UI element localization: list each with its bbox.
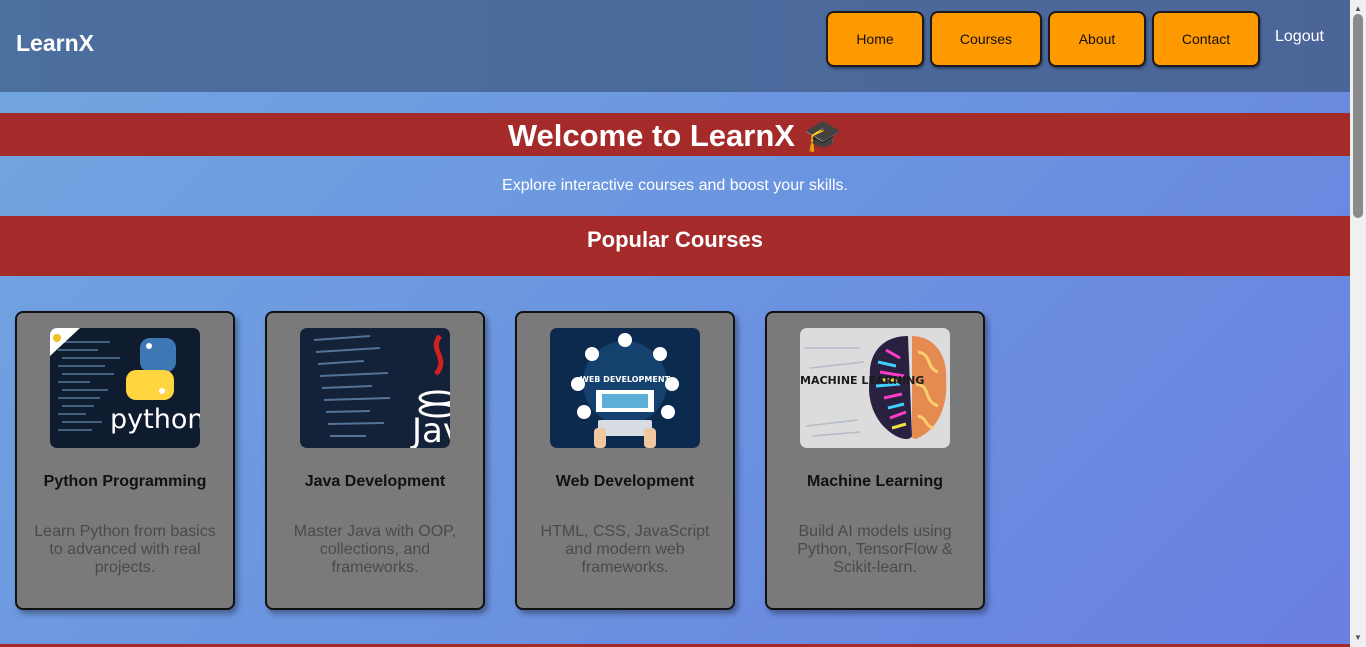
scroll-up-arrow-icon[interactable]: ▲ <box>1354 4 1362 13</box>
hero-subtitle: Explore interactive courses and boost yo… <box>502 177 848 194</box>
course-card-web[interactable]: WEB DEVELOPMENT Web Development HTML, CS… <box>515 311 735 610</box>
nav-home-button[interactable]: Home <box>826 11 924 67</box>
course-title: Python Programming <box>43 473 207 490</box>
java-logo-text: Jav <box>410 411 450 448</box>
web-dev-course-image: WEB DEVELOPMENT <box>550 328 700 448</box>
web-dev-image-text: WEB DEVELOPMENT <box>580 375 671 384</box>
java-course-image: Jav <box>300 328 450 448</box>
section-title: Popular Courses <box>0 216 1350 276</box>
hero-title: Welcome to LearnX 🎓 <box>0 113 1350 156</box>
brand-logo[interactable]: LearnX <box>16 30 94 57</box>
python-logo-text: python <box>110 404 200 435</box>
nav-contact-button[interactable]: Contact <box>1152 11 1260 67</box>
course-description: HTML, CSS, JavaScript and modern web fra… <box>540 523 710 576</box>
scrollbar-thumb[interactable] <box>1353 14 1363 218</box>
course-description: Build AI models using Python, TensorFlow… <box>797 523 953 576</box>
course-title: Machine Learning <box>806 473 944 490</box>
logout-link[interactable]: Logout <box>1275 28 1324 46</box>
ml-image-text: MACHINE LEARNING <box>800 374 924 387</box>
ml-course-image: MACHINE LEARNING <box>800 328 950 448</box>
course-card-java[interactable]: Jav Java Development Master Java with OO… <box>265 311 485 610</box>
page-scrollbar[interactable]: ▲ ▼ <box>1350 0 1366 647</box>
python-course-image: python <box>50 328 200 448</box>
nav-about-button[interactable]: About <box>1048 11 1146 67</box>
course-description: Learn Python from basics to advanced wit… <box>34 523 216 576</box>
scroll-down-arrow-icon[interactable]: ▼ <box>1354 633 1362 642</box>
course-card-python[interactable]: python Python Programming Learn Python f… <box>15 311 235 610</box>
course-description: Master Java with OOP, collections, and f… <box>293 523 457 576</box>
course-title: Web Development <box>555 473 695 490</box>
course-title: Java Development <box>304 473 446 490</box>
top-navbar: LearnX Home Courses About Contact Logout <box>0 0 1350 92</box>
nav-courses-button[interactable]: Courses <box>930 11 1042 67</box>
course-card-ml[interactable]: MACHINE LEARNING Machine Learning Build … <box>765 311 985 610</box>
